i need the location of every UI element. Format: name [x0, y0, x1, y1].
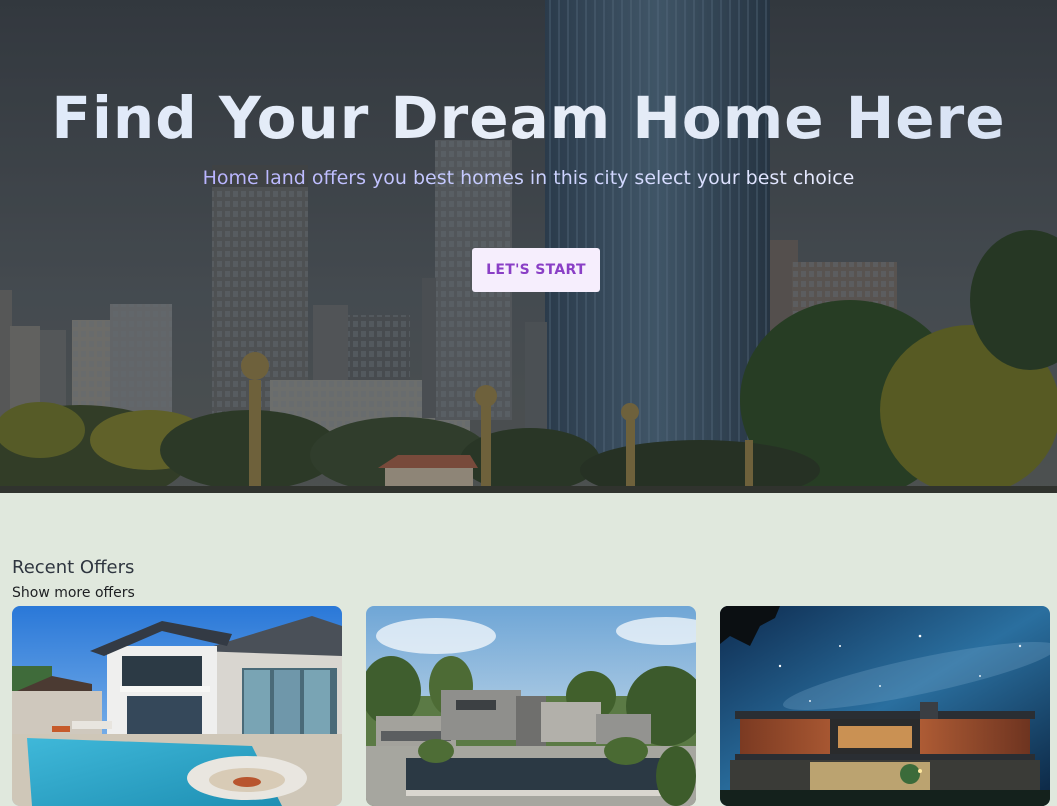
hero-title: Find Your Dream Home Here: [0, 84, 1057, 152]
offer-card-3[interactable]: [720, 606, 1050, 806]
luxury-pool-villa-image: [12, 606, 342, 806]
hero-banner: Find Your Dream Home Here Home land offe…: [0, 0, 1057, 493]
hero-subtitle: Home land offers you best homes in this …: [0, 167, 1057, 189]
recent-offers-heading: Recent Offers: [12, 557, 135, 578]
show-more-offers-link[interactable]: Show more offers: [12, 585, 135, 601]
night-sky-modern-house-image: [720, 606, 1050, 806]
hero-overlay: [0, 0, 1057, 493]
modern-courtyard-house-image: [366, 606, 696, 806]
offer-card-1[interactable]: [12, 606, 342, 806]
lets-start-button[interactable]: LET'S START: [472, 248, 600, 292]
offer-card-2[interactable]: [366, 606, 696, 806]
